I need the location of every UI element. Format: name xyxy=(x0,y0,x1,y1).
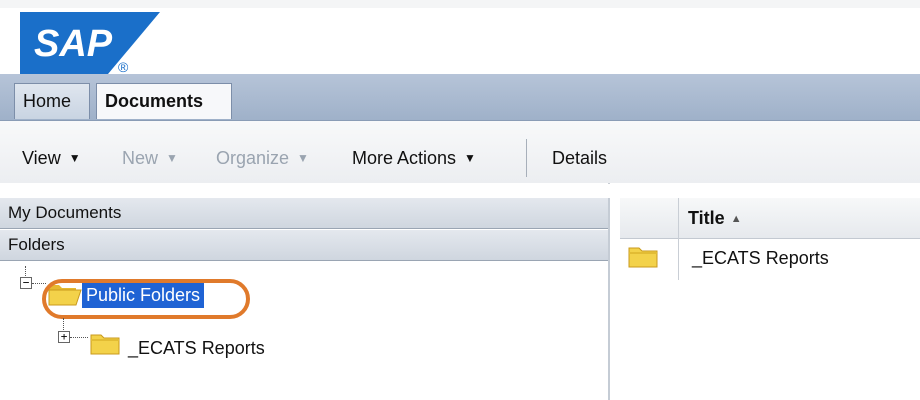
column-title-label: Title xyxy=(688,208,725,228)
tab-documents[interactable]: Documents xyxy=(96,83,232,119)
details-button[interactable]: Details xyxy=(552,121,607,183)
folders-header[interactable]: Folders xyxy=(0,230,608,261)
new-menu[interactable]: New ▼ xyxy=(122,121,178,183)
tree-connector xyxy=(25,266,26,276)
chevron-down-icon: ▼ xyxy=(68,151,81,165)
highlight-ring xyxy=(42,279,250,319)
organize-label: Organize xyxy=(216,148,290,168)
organize-menu[interactable]: Organize ▼ xyxy=(216,121,309,183)
tree-connector xyxy=(32,283,46,284)
sort-ascending-icon: ▲ xyxy=(730,213,742,225)
toolbar: View ▼ New ▼ Organize ▼ More Actions ▼ Detai… xyxy=(0,121,920,184)
list-item[interactable]: _ECATS Reports xyxy=(692,248,829,269)
tab-bar: Home Documents xyxy=(0,74,920,121)
chevron-down-icon: ▼ xyxy=(166,151,178,165)
tab-home[interactable]: Home xyxy=(14,83,90,119)
registered-mark: ® xyxy=(118,59,129,74)
new-label: New xyxy=(122,148,159,168)
sap-logo-text: SAP xyxy=(34,23,113,65)
view-menu[interactable]: View ▼ xyxy=(22,121,81,183)
tree-node-ecats-reports[interactable]: _ECATS Reports xyxy=(128,338,265,359)
chevron-down-icon: ▼ xyxy=(297,151,309,165)
collapse-icon[interactable]: − xyxy=(20,277,32,289)
column-divider xyxy=(678,198,679,280)
chevron-down-icon: ▼ xyxy=(464,151,476,165)
banner: SAP ® xyxy=(0,0,920,74)
folder-icon xyxy=(90,334,120,355)
view-label: View xyxy=(22,148,61,168)
my-documents-header[interactable]: My Documents xyxy=(0,198,608,229)
folder-icon xyxy=(628,247,658,268)
tree-connector xyxy=(70,337,88,338)
column-header xyxy=(620,198,920,239)
more-actions-label: More Actions xyxy=(352,148,457,168)
column-title[interactable]: Title ▲ xyxy=(688,198,742,238)
expand-icon[interactable]: + xyxy=(58,331,70,343)
more-actions-menu[interactable]: More Actions ▼ xyxy=(352,121,476,183)
banner-strip xyxy=(0,0,920,8)
sap-logo: SAP ® xyxy=(20,12,160,74)
toolbar-divider xyxy=(526,139,527,177)
tree-connector xyxy=(63,318,64,330)
